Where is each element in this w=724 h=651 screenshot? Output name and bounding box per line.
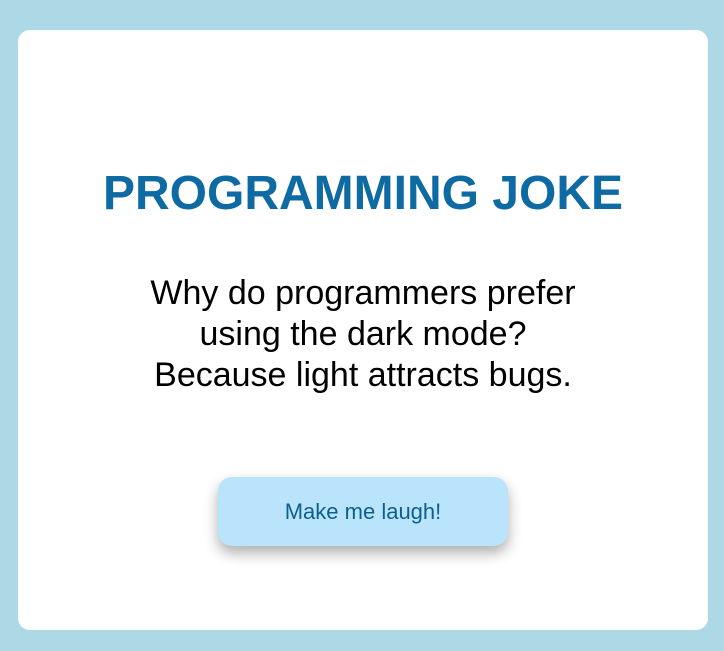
page-title: PROGRAMMING JOKE <box>102 167 624 220</box>
joke-card: PROGRAMMING JOKE Why do programmers pref… <box>18 30 708 630</box>
joke-text: Why do programmers prefer using the dark… <box>118 273 608 396</box>
make-me-laugh-button[interactable]: Make me laugh! <box>218 477 508 546</box>
joke-line-1: Why do programmers prefer <box>150 274 576 312</box>
joke-line-3: Because light attracts bugs. <box>154 356 572 394</box>
joke-line-2: using the dark mode? <box>199 315 527 353</box>
